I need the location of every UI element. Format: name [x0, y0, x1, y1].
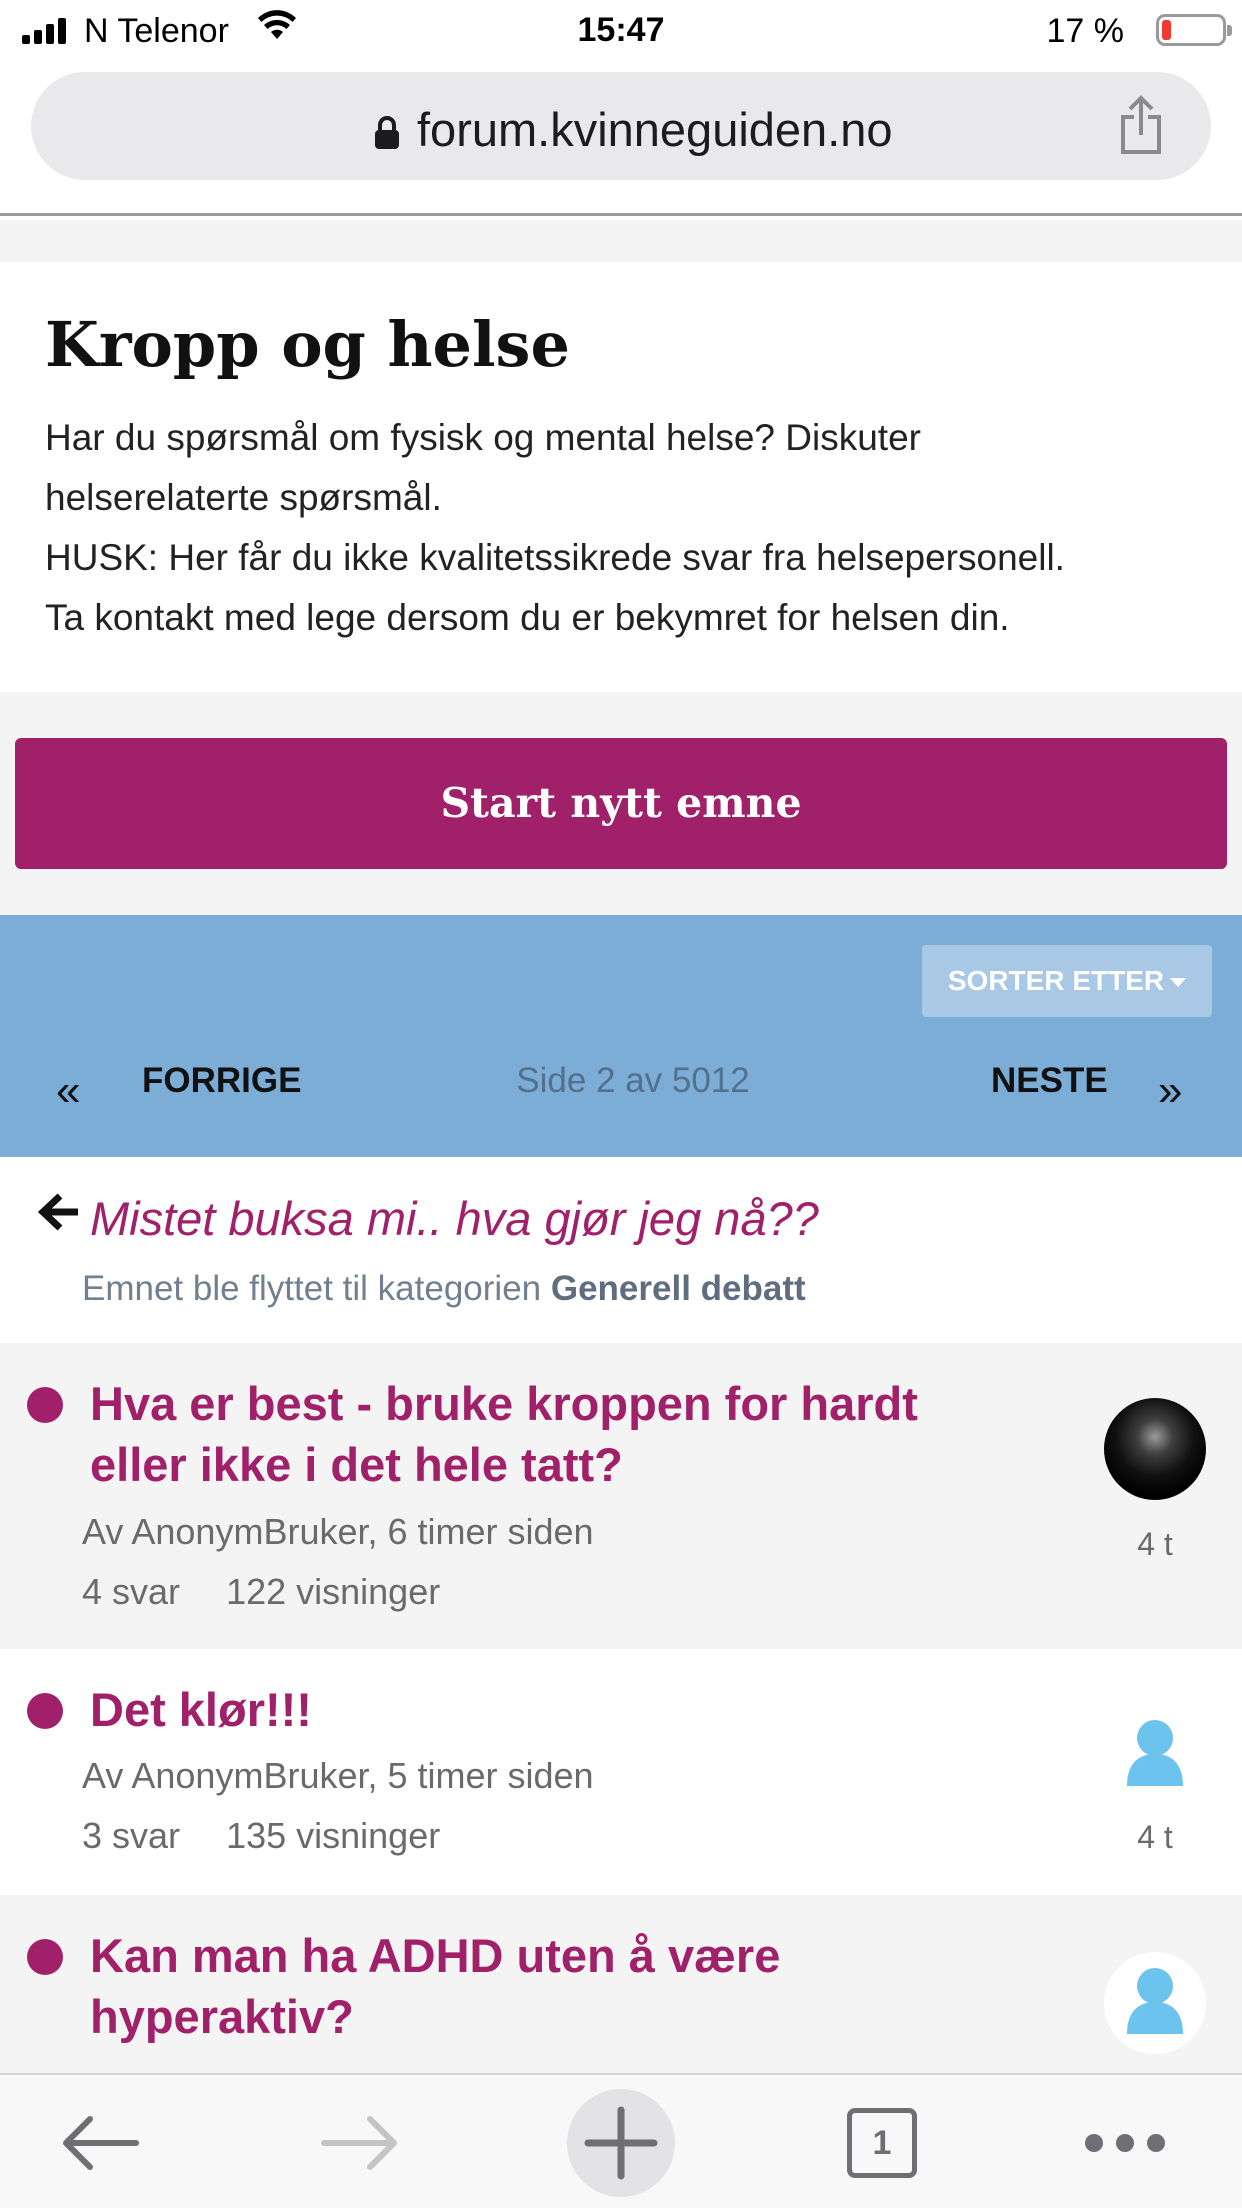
url-text: forum.kvinneguiden.no	[417, 103, 893, 156]
default-user-icon[interactable]	[1104, 1704, 1206, 1806]
category-header: Kropp og helse Har du spørsmål om fysisk…	[0, 262, 1242, 692]
moved-topic-note: Emnet ble flyttet til kategorien Generel…	[82, 1269, 806, 1309]
plus-icon	[567, 2088, 675, 2197]
topic-title-line: eller ikke i det hele tatt?	[90, 1438, 623, 1491]
last-post-time[interactable]: 4 t	[1104, 1526, 1206, 1563]
page-title: Kropp og helse	[45, 308, 570, 381]
moved-topic-row[interactable]: Mistet buksa mi.. hva gjør jeg nå?? Emne…	[0, 1157, 1242, 1343]
browser-toolbar: 1	[0, 2073, 1242, 2208]
topic-meta: Av AnonymBruker, 5 timer siden	[82, 1755, 594, 1796]
arrow-right-icon	[321, 2115, 397, 2170]
unread-dot-icon	[27, 1939, 63, 1975]
unread-dot-icon	[27, 1387, 63, 1423]
topic-title-line: Kan man ha ADHD uten å være	[90, 1929, 781, 1982]
sort-by-label: SORTER ETTER	[947, 965, 1165, 996]
browser-url-area: forum.kvinneguiden.no	[0, 62, 1242, 220]
arrow-left-icon	[38, 1193, 78, 1231]
sort-by-button[interactable]: SORTER ETTER	[922, 945, 1212, 1017]
share-icon[interactable]	[1117, 95, 1165, 155]
topic-title[interactable]: Hva er best - bruke kroppen for hardt el…	[90, 1373, 1050, 1495]
tabs-icon: 1	[847, 2107, 917, 2178]
category-description-line: Ta kontakt med lege dersom du er bekymre…	[45, 597, 1010, 638]
reply-count: 3 svar	[82, 1815, 181, 1856]
next-page-link[interactable]: NESTE	[991, 1061, 1108, 1101]
moved-note-text: Emnet ble flyttet til kategorien	[82, 1269, 542, 1308]
moved-category-link[interactable]: Generell debatt	[551, 1269, 806, 1308]
caret-down-icon	[1170, 978, 1187, 988]
last-post-time[interactable]: 4 t	[1104, 1819, 1206, 1856]
view-count: 135 visninger	[226, 1815, 441, 1856]
lock-icon	[375, 116, 399, 149]
topic-stats: 4 svar 122 visninger	[82, 1571, 476, 1613]
double-chevron-right-icon[interactable]: »	[1158, 1066, 1182, 1116]
ios-status-bar: N Telenor 15:47 17 %	[0, 0, 1242, 62]
unread-dot-icon	[27, 1693, 63, 1729]
forward-button[interactable]	[300, 2075, 420, 2208]
topic-title[interactable]: Kan man ha ADHD uten å være hyperaktiv?	[90, 1925, 1050, 2047]
topic-title-line: Det klør!!!	[90, 1683, 312, 1736]
back-button[interactable]	[40, 2075, 160, 2208]
category-description-line: Har du spørsmål om fysisk og mental hels…	[45, 417, 921, 458]
topic-title-line: Hva er best - bruke kroppen for hardt	[90, 1377, 918, 1430]
topic-stats: 3 svar 135 visninger	[82, 1815, 476, 1857]
battery-percentage: 17 %	[1046, 12, 1125, 50]
start-new-topic-button[interactable]: Start nytt emne	[15, 738, 1227, 869]
category-description-line: helserelaterte spørsmål.	[45, 477, 442, 518]
tabs-button[interactable]: 1	[842, 2075, 922, 2208]
more-button[interactable]	[1080, 2075, 1170, 2208]
category-description: Har du spørsmål om fysisk og mental hels…	[45, 408, 1215, 648]
category-description-line: HUSK: Her får du ikke kvalitetssikrede s…	[45, 537, 1065, 578]
topic-meta: Av AnonymBruker, 6 timer siden	[82, 1511, 594, 1552]
topic-title-line: hyperaktiv?	[90, 1990, 354, 2043]
topic-row[interactable]: Kan man ha ADHD uten å være hyperaktiv?	[0, 1895, 1242, 2073]
reply-count: 4 svar	[82, 1571, 181, 1612]
pagination-bar: SORTER ETTER « FORRIGE Side 2 av 5012 NE…	[0, 915, 1242, 1157]
more-dots-icon	[1085, 2133, 1165, 2152]
photo-avatar[interactable]	[1104, 1398, 1206, 1500]
battery-icon	[1156, 14, 1232, 46]
arrow-left-icon	[63, 2115, 139, 2170]
default-user-icon[interactable]	[1104, 1952, 1206, 2054]
tab-count: 1	[872, 2123, 892, 2162]
moved-topic-title[interactable]: Mistet buksa mi.. hva gjør jeg nå??	[90, 1191, 819, 1246]
address-bar[interactable]: forum.kvinneguiden.no	[31, 72, 1211, 180]
topic-title[interactable]: Det klør!!!	[90, 1679, 1050, 1740]
topic-row[interactable]: Det klør!!! Av AnonymBruker, 5 timer sid…	[0, 1649, 1242, 1895]
topic-row[interactable]: Hva er best - bruke kroppen for hardt el…	[0, 1343, 1242, 1649]
new-tab-button[interactable]	[566, 2075, 676, 2208]
view-count: 122 visninger	[226, 1571, 441, 1612]
url-bar-divider	[0, 213, 1242, 216]
